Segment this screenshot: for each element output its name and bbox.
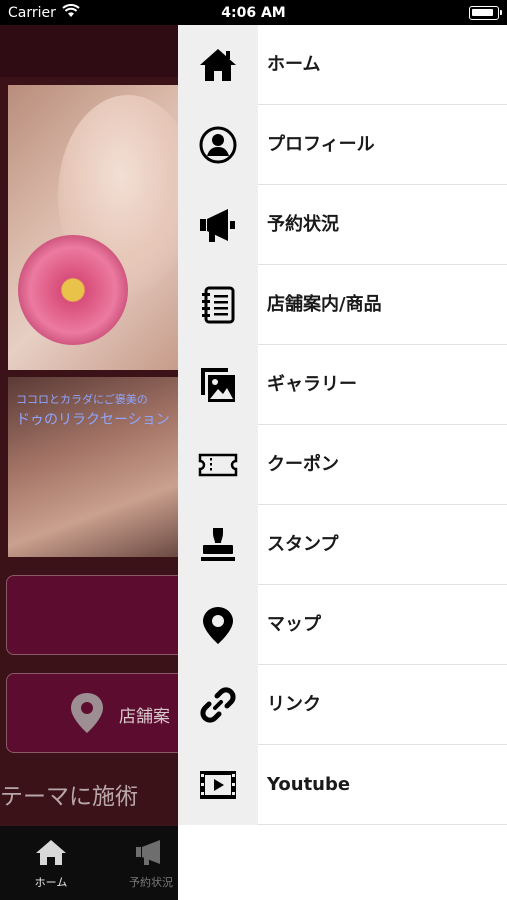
menu-item-coupon[interactable]: クーポン — [178, 425, 507, 505]
hero-photo — [8, 85, 178, 370]
menu-icon-cell — [178, 265, 258, 345]
map-pin-icon — [71, 693, 103, 733]
home-icon — [200, 49, 236, 81]
massage-photo: ココロとカラダにご褒美の ドゥのリラクセーション — [8, 377, 178, 557]
video-icon — [200, 771, 236, 799]
menu-item-profile[interactable]: プロフィール — [178, 105, 507, 185]
coupon-icon — [198, 453, 238, 477]
background-app[interactable]: ココロとカラダにご褒美の ドゥのリラクセーション 店舗案 テーマに施術 ホーム … — [0, 25, 178, 900]
menu-item-home[interactable]: ホーム — [178, 25, 507, 105]
tab-home-label: ホーム — [34, 876, 68, 889]
megaphone-icon — [200, 209, 235, 242]
notebook-icon — [202, 286, 235, 324]
map-pin-icon — [203, 607, 233, 644]
menu-item-youtube[interactable]: Youtube — [178, 745, 507, 825]
menu-icon-cell — [178, 505, 258, 585]
battery-icon — [469, 6, 502, 20]
menu-label-map: マップ — [267, 614, 321, 635]
status-bar: Carrier 4:06 AM — [0, 0, 507, 25]
menu-item-reservation[interactable]: 予約状況 — [178, 185, 507, 265]
tab-reservation[interactable]: 予約状況 — [116, 838, 178, 890]
theme-text: テーマに施術 — [0, 784, 138, 810]
link-icon — [200, 687, 236, 723]
menu-icon-cell — [178, 665, 258, 745]
menu-icon-cell — [178, 105, 258, 185]
tab-home[interactable]: ホーム — [16, 838, 86, 890]
menu-icon-cell — [178, 185, 258, 265]
menu-label-profile: プロフィール — [267, 134, 375, 155]
menu-item-stamp[interactable]: スタンプ — [178, 505, 507, 585]
menu-label-link: リンク — [267, 694, 321, 715]
menu-icon-cell — [178, 345, 258, 425]
menu-item-gallery[interactable]: ギャラリー — [178, 345, 507, 425]
menu-label-stamp: スタンプ — [267, 534, 339, 555]
background-header — [0, 25, 178, 77]
menu-icon-cell — [178, 25, 258, 105]
menu-label-gallery: ギャラリー — [267, 374, 357, 395]
profile-icon — [199, 126, 237, 164]
menu-label-coupon: クーポン — [267, 454, 339, 475]
photo-caption-line2: ドゥのリラクセーション — [16, 412, 170, 428]
menu-icon-cell — [178, 425, 258, 505]
menu-item-link[interactable]: リンク — [178, 665, 507, 745]
megaphone-icon — [136, 840, 160, 865]
stamp-icon — [201, 528, 235, 561]
drawer-menu: ホーム プロフィール 予約状況 店舗案内/商品 ギャラリー クーポン スタンプ … — [178, 25, 507, 900]
photo-caption-line1: ココロとカラダにご褒美の — [16, 393, 148, 406]
status-time: 4:06 AM — [221, 5, 286, 21]
tab-reservation-label: 予約状況 — [129, 876, 173, 889]
shop-info-label: 店舗案 — [119, 707, 170, 727]
background-button-top[interactable] — [6, 575, 178, 655]
menu-icon-cell — [178, 585, 258, 665]
menu-label-reservation: 予約状況 — [267, 214, 339, 235]
gallery-icon — [201, 368, 235, 402]
menu-label-shop-info: 店舗案内/商品 — [267, 294, 382, 315]
menu-item-map[interactable]: マップ — [178, 585, 507, 665]
shop-info-button[interactable]: 店舗案 — [6, 673, 178, 753]
menu-label-youtube: Youtube — [267, 774, 351, 795]
flower-illustration — [18, 235, 128, 345]
bottom-tab-bar: ホーム 予約状況 — [0, 826, 178, 900]
menu-item-shop-info[interactable]: 店舗案内/商品 — [178, 265, 507, 345]
home-icon — [36, 840, 66, 865]
menu-icon-cell — [178, 745, 258, 825]
menu-label-home: ホーム — [267, 54, 321, 75]
